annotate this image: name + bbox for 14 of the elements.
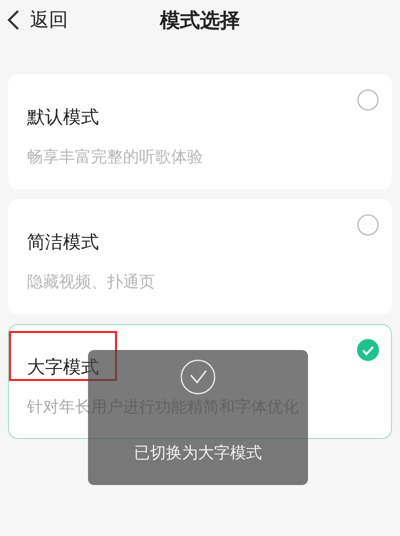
- radio-icon[interactable]: [357, 89, 379, 111]
- mode-description: 隐藏视频、扑通页: [27, 272, 155, 293]
- toast-message: 已切换为大字模式: [134, 443, 262, 464]
- radio-icon[interactable]: [357, 214, 379, 236]
- check-circle-icon: [180, 359, 216, 395]
- back-button[interactable]: 返回: [6, 7, 68, 33]
- mode-card[interactable]: 默认模式 畅享丰富完整的听歌体验: [8, 74, 392, 189]
- mode-name: 简洁模式: [27, 231, 99, 254]
- back-chevron-icon: [6, 9, 20, 31]
- mode-name: 默认模式: [27, 106, 99, 129]
- mode-card[interactable]: 简洁模式 隐藏视频、扑通页: [8, 199, 392, 314]
- checked-radio-icon[interactable]: [357, 339, 379, 361]
- page-title: 模式选择: [160, 6, 240, 34]
- mode-description: 畅享丰富完整的听歌体验: [27, 147, 203, 168]
